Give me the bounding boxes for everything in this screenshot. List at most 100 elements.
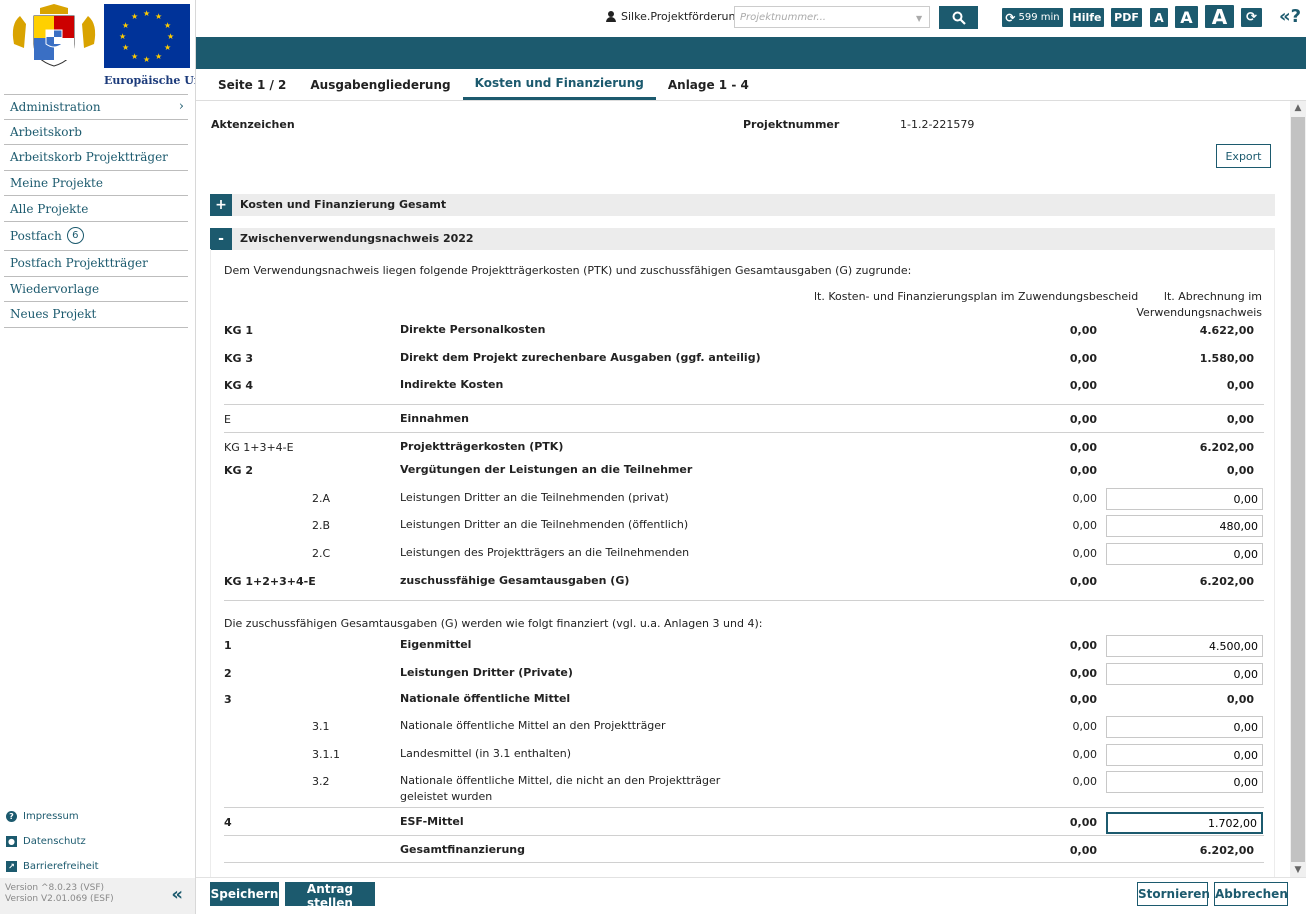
accessibility-icon: ↗ [6,861,17,872]
column-header-plan: lt. Kosten- und Finanzierungsplan im Zuw… [814,290,1139,303]
section-zwn-header[interactable]: - Zwischenverwendungsnachweis 2022 [210,228,1275,250]
sidebar-item-alle-projekte[interactable]: Alle Projekte [4,196,188,222]
row-description: Projektträgerkosten (PTK) [400,440,564,453]
sidebar-item-wiedervorlage[interactable]: Wiedervorlage [4,277,188,303]
sidebar-item-arbeitskorb-projekttraeger[interactable]: Arbeitskorb Projektträger [4,145,188,171]
collapse-minus-icon[interactable]: - [210,228,232,250]
row-code: KG 1+2+3+4-E [224,575,316,588]
reload-button[interactable]: ⟳ [1241,8,1262,27]
sidebar-item-postfach[interactable]: Postfach 6 [4,222,188,251]
datenschutz-link[interactable]: ● Datenschutz [6,829,99,854]
finance-input-dritte-private[interactable] [1106,663,1263,685]
sidebar-item-arbeitskorb[interactable]: Arbeitskorb [4,120,188,146]
version-vsf: Version ^8.0.23 (VSF) [5,883,105,893]
row-description: Nationale öffentliche Mittel an den Proj… [400,719,666,732]
sidebar-item-label: Postfach [10,228,62,243]
row-description: Nationale öffentliche Mittel, die nicht … [400,774,721,803]
finance-intro-text: Die zuschussfähigen Gesamtausgaben (G) w… [224,617,763,630]
abort-button[interactable]: Abbrechen [1214,882,1288,906]
table-row: 1 Eigenmittel 0,00 [224,631,1264,659]
row-code: 1 [224,639,232,652]
search-icon [952,11,966,25]
finance-input-3-2[interactable] [1106,771,1263,793]
refresh-icon: ⟳ [1246,10,1257,25]
acct-input-2b[interactable] [1106,515,1263,537]
unread-count-badge: 6 [66,227,84,245]
help-question-icon[interactable]: «? [1279,6,1301,27]
tab-anlage[interactable]: Anlage 1 - 4 [656,69,761,100]
finance-input-3-1-1[interactable] [1106,744,1263,766]
collapse-sidebar-icon[interactable]: « [171,884,183,905]
acct-input-2a[interactable] [1106,488,1263,510]
action-bar: Speichern Antrag stellen Stornieren Abbr… [196,877,1306,914]
table-row: KG 2 Vergütungen der Leistungen an die T… [224,456,1264,484]
scroll-down-arrow-icon[interactable]: ▼ [1290,863,1306,877]
row-code: KG 1+3+4-E [224,441,294,454]
font-size-small-button[interactable]: A [1150,8,1168,27]
table-row: 3.1 Nationale öffentliche Mittel an den … [224,712,1264,740]
finance-input-3-1[interactable] [1106,716,1263,738]
row-description: Vergütungen der Leistungen an die Teilne… [400,463,693,476]
sidebar-item-neues-projekt[interactable]: Neues Projekt [4,302,188,328]
impressum-label: Impressum [23,811,79,822]
barrierefreiheit-link[interactable]: ↗ Barrierefreiheit [6,854,99,879]
cancel-storno-button[interactable]: Stornieren [1137,882,1210,906]
row-description: Einnahmen [400,412,469,425]
sidebar-item-meine-projekte[interactable]: Meine Projekte [4,171,188,197]
row-acct-value: 6.202,00 [1199,844,1254,857]
table-row: E Einnahmen 0,00 0,00 [224,404,1264,432]
sidebar-item-postfach-projekttraeger[interactable]: Postfach Projektträger [4,251,188,277]
row-description: Direkte Personalkosten [400,323,546,336]
expand-plus-icon[interactable]: + [210,194,232,216]
save-button[interactable]: Speichern [210,882,279,906]
finance-input-esf-mittel[interactable] [1106,812,1263,834]
user-icon [606,11,616,22]
zwn-intro-text: Dem Verwendungsnachweis liegen folgende … [224,264,912,277]
table-row: KG 4 Indirekte Kosten 0,00 0,00 [224,371,1264,399]
row-acct-value: 1.580,00 [1199,352,1254,365]
current-user[interactable]: Silke.Projektförderung [606,10,742,23]
row-plan-value: 0,00 [1072,720,1098,733]
session-timer-button[interactable]: ⟳ 599 min [1002,8,1063,27]
tab-bar: Seite 1 / 2 Ausgabengliederung Kosten un… [206,69,761,100]
finance-input-eigenmittel[interactable] [1106,635,1263,657]
sidebar-item-administration[interactable]: Administration › [4,94,188,120]
tab-ausgabengliederung[interactable]: Ausgabengliederung [298,69,462,100]
row-description: Leistungen des Projektträgers an die Tei… [400,546,690,559]
row-plan-value: 0,00 [1069,413,1097,426]
content-scrollbar[interactable]: ▲ ▼ [1290,101,1306,877]
help-button[interactable]: Hilfe [1070,8,1104,27]
table-row: 2 Leistungen Dritter (Private) 0,00 [224,659,1264,687]
font-size-medium-button[interactable]: A [1175,6,1198,28]
section-gesamt-header[interactable]: + Kosten und Finanzierung Gesamt [210,194,1275,216]
eu-flag-logo: ★ ★ ★ ★ ★ ★ ★ ★ ★ ★ ★ ★ [104,4,190,68]
table-row: 3.2 Nationale öffentliche Mittel, die ni… [224,767,1264,807]
row-plan-value: 0,00 [1072,547,1098,560]
acct-input-2c[interactable] [1106,543,1263,565]
main-nav: Administration › Arbeitskorb Arbeitskorb… [4,94,188,328]
row-subcode: 2.B [312,519,331,532]
row-plan-value: 0,00 [1069,464,1097,477]
submit-application-button[interactable]: Antrag stellen [285,882,375,910]
row-plan-value: 0,00 [1072,492,1098,505]
user-shield-icon: ● [6,836,17,847]
pdf-button[interactable]: PDF [1111,8,1142,27]
impressum-link[interactable]: ? Impressum [6,804,99,829]
row-subcode: 3.1 [312,720,330,733]
search-button[interactable] [939,6,978,29]
table-row: KG 1+2+3+4-E zuschussfähige Gesamtausgab… [224,567,1264,601]
scroll-up-arrow-icon[interactable]: ▲ [1290,101,1306,115]
row-plan-value: 0,00 [1072,775,1098,788]
table-row: 3 Nationale öffentliche Mittel 0,00 0,00 [224,685,1264,713]
font-size-large-button[interactable]: A [1205,5,1234,29]
export-button[interactable]: Export [1216,144,1271,168]
project-number-search-input[interactable] [734,6,930,28]
sidebar-item-label: Administration [10,99,101,114]
row-code: KG 4 [224,379,254,392]
section-zwn-title: Zwischenverwendungsnachweis 2022 [240,232,474,245]
datenschutz-label: Datenschutz [23,836,86,847]
scrollbar-thumb[interactable] [1291,117,1305,862]
tab-seite[interactable]: Seite 1 / 2 [206,69,298,100]
tab-kosten-und-finanzierung[interactable]: Kosten und Finanzierung [462,69,656,100]
row-code: KG 3 [224,352,254,365]
